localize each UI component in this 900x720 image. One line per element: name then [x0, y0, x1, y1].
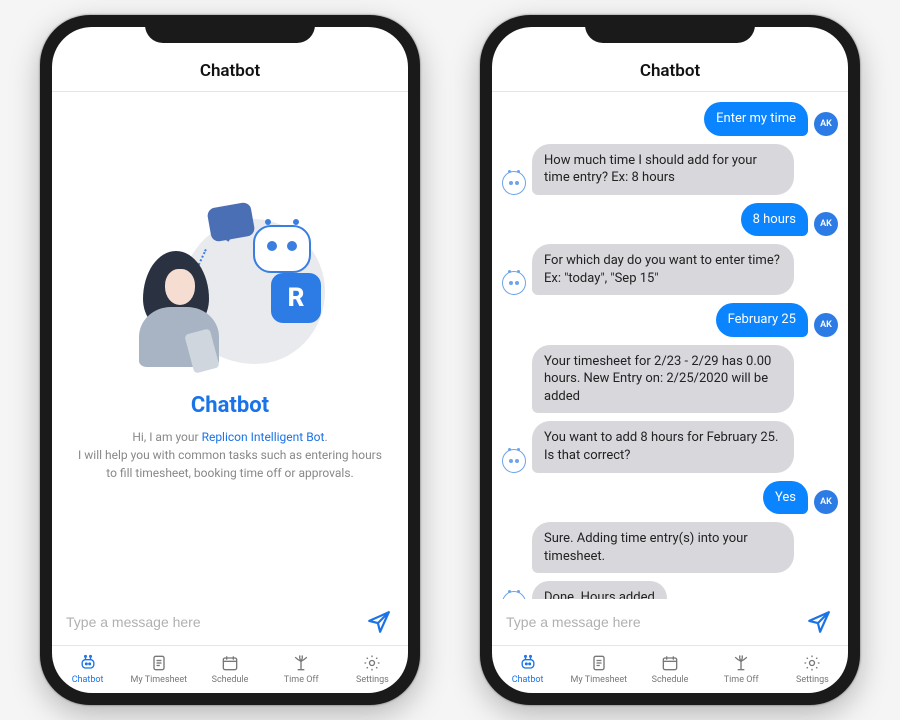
bot-avatar-icon — [502, 591, 526, 599]
tab-label: Time Off — [284, 675, 319, 685]
message-row: How much time I should add for your time… — [502, 144, 838, 195]
bot-message-bubble: Your timesheet for 2/23 - 2/29 has 0.00 … — [532, 345, 794, 414]
send-icon — [366, 609, 392, 635]
tab-timesheet[interactable]: My Timesheet — [123, 650, 194, 685]
chat-content: Enter my timeAKHow much time I should ad… — [492, 92, 848, 599]
user-avatar: AK — [814, 112, 838, 136]
message-row: Your timesheet for 2/23 - 2/29 has 0.00 … — [502, 345, 838, 414]
tab-label: My Timesheet — [131, 675, 188, 685]
intro-text-highlight: Replicon Intelligent Bot — [202, 430, 325, 444]
app-screen-intro: Chatbot R Chatbot — [52, 27, 408, 693]
calendar-icon — [219, 653, 241, 673]
replicon-badge-icon: R — [271, 273, 321, 323]
bottom-tab-bar: Chatbot My Timesheet Schedule Time Off Setti… — [492, 645, 848, 693]
user-message-bubble: Enter my time — [704, 102, 808, 136]
bot-message-bubble: Done. Hours added — [532, 581, 667, 599]
gear-icon — [801, 653, 823, 673]
tab-timeoff[interactable]: Time Off — [266, 650, 337, 685]
message-row: YesAK — [502, 481, 838, 515]
bot-message-bubble: Sure. Adding time entry(s) into your tim… — [532, 522, 794, 573]
app-screen-chat: Chatbot Enter my timeAKHow much time I s… — [492, 27, 848, 693]
palm-icon — [730, 653, 752, 673]
user-avatar: AK — [814, 212, 838, 236]
tab-label: Chatbot — [512, 675, 544, 685]
phone-mockup-chat: Chatbot Enter my timeAKHow much time I s… — [480, 15, 860, 705]
bot-message-bubble: You want to add 8 hours for February 25.… — [532, 421, 794, 472]
calendar-icon — [659, 653, 681, 673]
message-row: You want to add 8 hours for February 25.… — [502, 421, 838, 472]
tab-chatbot[interactable]: Chatbot — [52, 650, 123, 685]
tab-label: Schedule — [212, 675, 249, 685]
intro-text: Hi, I am your Replicon Intelligent Bot. … — [76, 428, 384, 482]
intro-text-line2: I will help you with common tasks such a… — [78, 448, 382, 480]
person-icon — [131, 251, 231, 371]
sheet-icon — [148, 653, 170, 673]
intro-text-prefix: Hi, I am your — [132, 430, 201, 444]
phone-mockup-intro: Chatbot R Chatbot — [40, 15, 420, 705]
bot-avatar-icon — [502, 449, 526, 473]
sheet-icon — [588, 653, 610, 673]
user-avatar: AK — [814, 490, 838, 514]
bot-avatar-icon — [502, 171, 526, 195]
user-avatar: AK — [814, 313, 838, 337]
intro-text-suffix: . — [324, 430, 327, 444]
message-input-bar — [492, 599, 848, 645]
message-input[interactable] — [66, 614, 354, 630]
tab-label: Chatbot — [72, 675, 104, 685]
phone-notch — [585, 15, 755, 43]
tab-label: My Timesheet — [571, 675, 628, 685]
bottom-tab-bar: Chatbot My Timesheet Schedule Time Off Setti… — [52, 645, 408, 693]
message-row: 8 hoursAK — [502, 203, 838, 237]
tab-timeoff[interactable]: Time Off — [706, 650, 777, 685]
message-row: Done. Hours added — [502, 581, 838, 599]
message-row: Enter my timeAK — [502, 102, 838, 136]
message-row: For which day do you want to enter time?… — [502, 244, 838, 295]
message-input[interactable] — [506, 614, 794, 630]
bot-icon — [517, 653, 539, 673]
tab-timesheet[interactable]: My Timesheet — [563, 650, 634, 685]
bot-message-bubble: How much time I should add for your time… — [532, 144, 794, 195]
tab-settings[interactable]: Settings — [337, 650, 408, 685]
bot-face-icon — [253, 225, 311, 273]
tab-label: Schedule — [652, 675, 689, 685]
tab-label: Settings — [356, 675, 389, 685]
tab-label: Settings — [796, 675, 829, 685]
message-row: Sure. Adding time entry(s) into your tim… — [502, 522, 838, 573]
intro-illustration: R — [135, 209, 325, 379]
send-button[interactable] — [364, 607, 394, 637]
message-row: February 25AK — [502, 303, 838, 337]
tab-schedule[interactable]: Schedule — [634, 650, 705, 685]
user-message-bubble: February 25 — [716, 303, 808, 337]
send-button[interactable] — [804, 607, 834, 637]
gear-icon — [361, 653, 383, 673]
tab-settings[interactable]: Settings — [777, 650, 848, 685]
intro-content: R Chatbot Hi, I am your Replicon Intelli… — [52, 92, 408, 599]
tab-chatbot[interactable]: Chatbot — [492, 650, 563, 685]
user-message-bubble: 8 hours — [741, 203, 808, 237]
intro-title: Chatbot — [191, 393, 269, 418]
phone-notch — [145, 15, 315, 43]
tab-label: Time Off — [724, 675, 759, 685]
bot-avatar-icon — [502, 271, 526, 295]
bot-icon — [77, 653, 99, 673]
message-input-bar — [52, 599, 408, 645]
message-list: Enter my timeAKHow much time I should ad… — [498, 92, 842, 599]
palm-icon — [290, 653, 312, 673]
user-message-bubble: Yes — [763, 481, 808, 515]
bot-message-bubble: For which day do you want to enter time?… — [532, 244, 794, 295]
intro-container: R Chatbot Hi, I am your Replicon Intelli… — [58, 92, 402, 599]
tab-schedule[interactable]: Schedule — [194, 650, 265, 685]
send-icon — [806, 609, 832, 635]
